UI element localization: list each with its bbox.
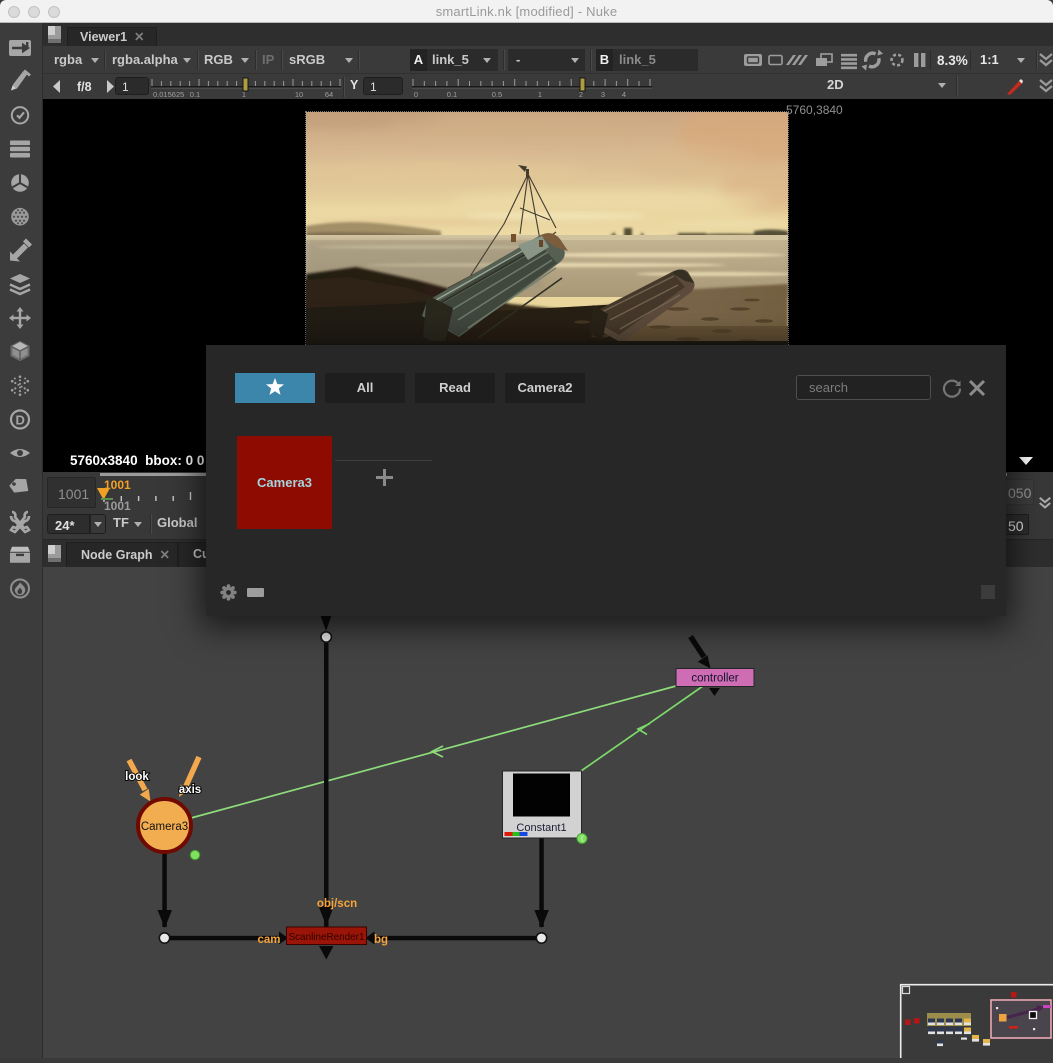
svg-text:3: 3 bbox=[601, 90, 605, 99]
svg-text:look: look bbox=[125, 771, 149, 783]
svg-text:10: 10 bbox=[295, 90, 303, 99]
svg-text:axis: axis bbox=[179, 784, 201, 796]
svg-text:8.3%: 8.3% bbox=[937, 53, 968, 68]
svg-text:controller: controller bbox=[691, 673, 738, 685]
svg-text:D: D bbox=[16, 412, 25, 427]
svg-text:4: 4 bbox=[622, 90, 626, 99]
svg-text:bg: bg bbox=[374, 934, 388, 946]
svg-text:0: 0 bbox=[414, 90, 418, 99]
svg-text:cam: cam bbox=[257, 934, 280, 946]
svg-text:ScanlineRender1: ScanlineRender1 bbox=[289, 931, 365, 943]
svg-text:f/8: f/8 bbox=[77, 80, 92, 94]
svg-text:1: 1 bbox=[538, 90, 542, 99]
svg-text:Camera3: Camera3 bbox=[141, 821, 188, 833]
svg-text:obj/scn: obj/scn bbox=[317, 898, 357, 910]
svg-text:1: 1 bbox=[242, 90, 246, 99]
svg-text:1001: 1001 bbox=[104, 499, 131, 512]
svg-text:0.1: 0.1 bbox=[190, 90, 200, 99]
svg-text:2: 2 bbox=[579, 90, 583, 99]
svg-text:64: 64 bbox=[325, 90, 333, 99]
svg-text:0.015625: 0.015625 bbox=[153, 90, 184, 99]
svg-text:0.1: 0.1 bbox=[447, 90, 457, 99]
svg-text:0.5: 0.5 bbox=[492, 90, 502, 99]
